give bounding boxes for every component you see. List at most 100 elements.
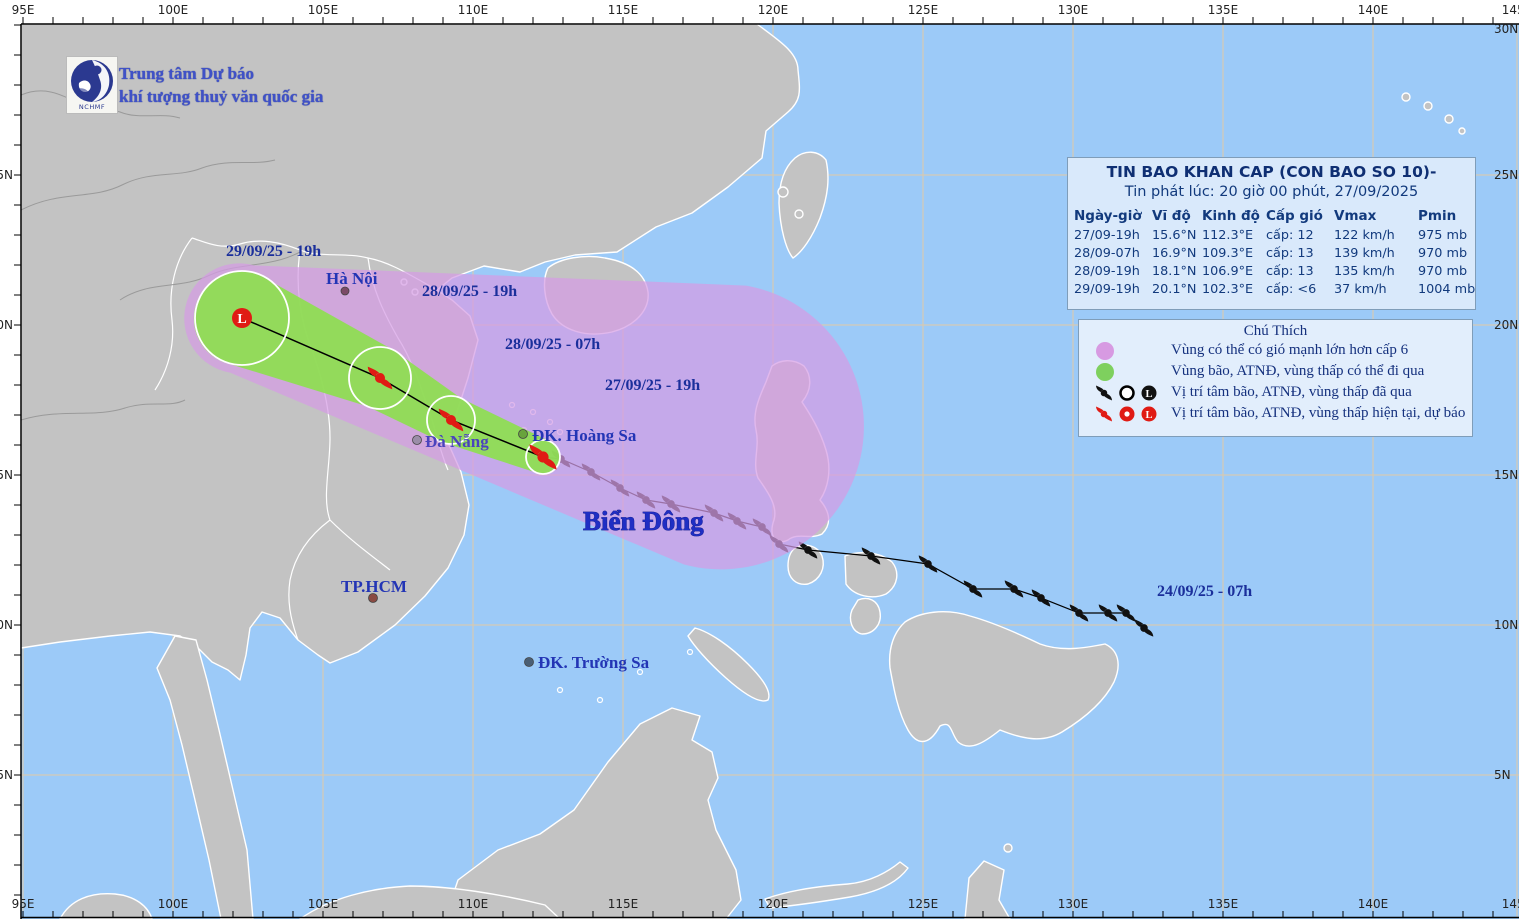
bulletin-cell: cấp: 13: [1266, 263, 1314, 279]
lon-tick-label-bottom: 115E: [608, 897, 639, 911]
legend-item: Vùng có thể có gió mạnh lớn hơn cấp 6: [1093, 340, 1472, 361]
small-island: [794, 209, 804, 219]
lon-tick-label-bottom: 120E: [758, 897, 789, 911]
legend-item-label: Vùng có thể có gió mạnh lớn hơn cấp 6: [1171, 342, 1409, 358]
map-label-date-27-19: 27/09/25 - 19h: [605, 377, 700, 394]
legend-item: L Vị trí tâm bão, ATNĐ, vùng thấp đã qua: [1093, 382, 1472, 403]
bulletin-cell: 122 km/h: [1334, 227, 1395, 243]
bulletin-cell: 27/09-19h: [1074, 227, 1140, 243]
low-pressure-letter: L: [237, 312, 246, 327]
bulletin-cell: 975 mb: [1418, 227, 1468, 243]
small-island: [1444, 114, 1454, 124]
purple-area-icon: [1096, 341, 1114, 360]
bulletin-cell: 970 mb: [1418, 245, 1468, 261]
bulletin-cell: cấp: 12: [1266, 227, 1314, 243]
bulletin-column-header: Kinh độ: [1202, 208, 1260, 224]
lon-tick-label-bottom: 125E: [908, 897, 939, 911]
svg-text:L: L: [1145, 409, 1152, 420]
map-label-date-28-07: 28/09/25 - 07h: [505, 336, 600, 353]
agency-name-line1: Trung tâm Dự báo: [119, 64, 255, 83]
legend-item: Vùng bão, ATNĐ, vùng thấp có thể đi qua: [1093, 361, 1472, 382]
green-area-icon: [1096, 362, 1114, 381]
lat-tick-label-right: 20N: [1494, 318, 1518, 332]
small-island: [777, 186, 789, 198]
bulletin-column-header: Ngày-giờ: [1074, 208, 1142, 224]
map-label-date-28-19: 28/09/25 - 19h: [422, 283, 517, 300]
lat-tick-label-right: 10N: [1494, 618, 1518, 632]
forecast-position-icons: L: [1096, 406, 1157, 421]
bulletin-cell: 1004 mb: [1418, 281, 1476, 297]
agency-name-line2: khí tượng thuỷ văn quốc gia: [119, 87, 324, 106]
lon-tick-label-top: 140E: [1358, 3, 1389, 17]
lon-tick-label-top: 100E: [158, 3, 189, 17]
lon-tick-label-bottom: 110E: [458, 897, 489, 911]
city-hanoi-dot: [340, 286, 350, 296]
lon-tick-label-top: 125E: [908, 3, 939, 17]
bulletin-cell: 37 km/h: [1334, 281, 1387, 297]
lat-tick-label-right: 25N: [1494, 168, 1518, 182]
lon-tick-label-bottom: 145E: [1502, 897, 1519, 911]
typhoon-forecast-map: L 29/09/25 - 19h 28/09/25 - 19h 28/09/25 -…: [0, 0, 1519, 919]
lat-tick-label-right: 5N: [1494, 768, 1511, 782]
lon-tick-label-bottom: 95E: [12, 897, 35, 911]
bulletin-cell: 29/09-19h: [1074, 281, 1140, 297]
lon-tick-label-bottom: 105E: [308, 897, 339, 911]
lon-tick-label-top: 120E: [758, 3, 789, 17]
lat-tick-label-left: 25N: [0, 168, 13, 182]
bulletin-cell: 109.3°E: [1202, 245, 1254, 261]
legend-item: L Vị trí tâm bão, ATNĐ, vùng thấp hiện tạ…: [1093, 403, 1472, 424]
small-island: [1003, 843, 1013, 853]
lat-tick-label-right: 30N: [1494, 22, 1518, 36]
nchmf-logo-icon: [71, 60, 113, 102]
legend-box: Chú Thích Vùng có thể có gió mạnh lớn hơ…: [1078, 319, 1473, 437]
bulletin-table: Ngày-giờ Vĩ độ Kinh độ Cấp gió Vmax Pmin 27/09…: [1074, 206, 1475, 298]
lon-tick-label-bottom: 130E: [1058, 897, 1089, 911]
lon-tick-label-bottom: 100E: [158, 897, 189, 911]
bulletin-cell: 20.1°N: [1152, 281, 1197, 297]
lat-tick-label-left: 15N: [0, 468, 13, 482]
agency-name: Trung tâm Dự báo khí tượng thuỷ văn quốc…: [119, 62, 323, 108]
map-label-city-tphcm: TP.HCM: [341, 577, 407, 596]
storm-bulletin-box: TIN BAO KHAN CAP (CON BAO SO 10)- Tin ph…: [1067, 157, 1476, 310]
lon-tick-label-top: 130E: [1058, 3, 1089, 17]
legend-item-label: Vị trí tâm bão, ATNĐ, vùng thấp hiện tại…: [1171, 405, 1466, 421]
bulletin-cell: 28/09-19h: [1074, 263, 1140, 279]
bulletin-cell: 18.1°N: [1152, 263, 1197, 279]
past-position-icons: L: [1096, 384, 1157, 401]
map-label-island-hoangsa: ĐK. Hoàng Sa: [532, 426, 637, 445]
lon-tick-label-bottom: 135E: [1208, 897, 1239, 911]
island-hoangsa-dot: [518, 429, 528, 439]
map-label-city-danang: Đà Nẵng: [425, 432, 489, 451]
bulletin-cell: 15.6°N: [1152, 227, 1197, 243]
bulletin-column-header: Vĩ độ: [1152, 208, 1191, 224]
map-label-city-hanoi: Hà Nội: [326, 269, 378, 288]
bulletin-cell: cấp: <6: [1266, 281, 1317, 297]
map-label-sea-biendong: Biển Đông: [583, 506, 704, 536]
bulletin-issued-time: Tin phát lúc: 20 giờ 00 phút, 27/09/2025: [1124, 184, 1419, 200]
bulletin-column-header: Cấp gió: [1266, 208, 1323, 224]
bulletin-cell: 112.3°E: [1202, 227, 1254, 243]
lat-tick-label-left: 10N: [0, 618, 13, 632]
city-danang-dot: [412, 435, 422, 445]
legend-title: Chú Thích: [1243, 323, 1308, 339]
lon-tick-label-top: 115E: [608, 3, 639, 17]
map-label-date-29-19: 29/09/25 - 19h: [226, 243, 321, 260]
small-island: [1401, 92, 1411, 102]
bulletin-cell: 28/09-07h: [1074, 245, 1140, 261]
lat-tick-label-left: 5N: [0, 768, 13, 782]
lon-tick-label-bottom: 140E: [1358, 897, 1389, 911]
bulletin-title: TIN BAO KHAN CAP (CON BAO SO 10)-: [1106, 163, 1437, 181]
bulletin-cell: 135 km/h: [1334, 263, 1395, 279]
bulletin-cell: 16.9°N: [1152, 245, 1197, 261]
lat-tick-label-left: 20N: [0, 318, 13, 332]
bulletin-cell: 139 km/h: [1334, 245, 1395, 261]
map-label-date-24-07: 24/09/25 - 07h: [1157, 583, 1252, 600]
bulletin-cell: 102.3°E: [1202, 281, 1254, 297]
small-island: [1458, 127, 1466, 135]
lat-tick-label-right: 15N: [1494, 468, 1518, 482]
bulletin-cell: 106.9°E: [1202, 263, 1254, 279]
legend-item-label: Vị trí tâm bão, ATNĐ, vùng thấp đã qua: [1171, 384, 1412, 400]
bulletin-cell: cấp: 13: [1266, 245, 1314, 261]
legend-rows: Vùng có thể có gió mạnh lớn hơn cấp 6 Vùn…: [1079, 340, 1472, 424]
lon-tick-label-top: 145E: [1502, 3, 1519, 17]
